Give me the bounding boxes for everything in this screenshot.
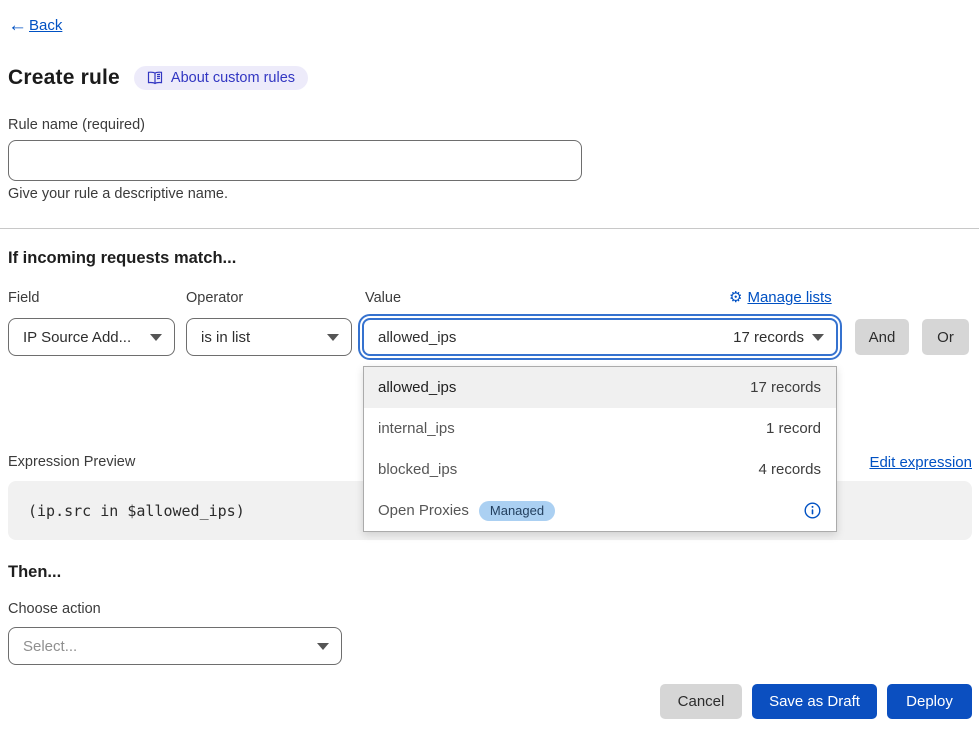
operator-select[interactable]: is in list [186, 318, 352, 356]
footer-actions: Cancel Save as Draft Deploy [660, 684, 972, 719]
edit-expression-link[interactable]: Edit expression [869, 454, 972, 471]
about-custom-rules-link[interactable]: About custom rules [134, 66, 308, 90]
back-link-label: Back [29, 17, 62, 34]
book-icon [147, 71, 163, 85]
list-item-records: 4 records [758, 461, 821, 478]
list-item-name: internal_ips [378, 420, 455, 437]
list-item-name: Open Proxies [378, 502, 469, 519]
manage-lists-label: Manage lists [747, 289, 831, 306]
value-select[interactable]: allowed_ips 17 records [362, 318, 838, 356]
value-select-records: 17 records [733, 329, 804, 346]
dropdown-item-allowed-ips[interactable]: allowed_ips 17 records [364, 367, 836, 408]
back-arrow-icon: ← [8, 16, 27, 35]
list-item-name: allowed_ips [378, 379, 456, 396]
page-title: Create rule [8, 66, 120, 90]
expression-code: (ip.src in $allowed_ips) [28, 502, 245, 520]
chevron-down-icon [327, 334, 339, 341]
back-link[interactable]: ← Back [8, 16, 62, 35]
value-label: Value [365, 290, 401, 306]
rule-name-input[interactable] [8, 140, 582, 181]
info-icon[interactable] [804, 502, 821, 519]
operator-select-value: is in list [201, 329, 250, 346]
managed-badge: Managed [479, 501, 555, 521]
action-select[interactable]: Select... [8, 627, 342, 665]
manage-lists-link[interactable]: ⚙ Manage lists [729, 289, 832, 306]
cancel-button[interactable]: Cancel [660, 684, 742, 719]
value-dropdown-panel: allowed_ips 17 records internal_ips 1 re… [363, 366, 837, 532]
field-label: Field [8, 290, 39, 306]
or-button[interactable]: Or [922, 319, 969, 355]
rule-name-helper: Give your rule a descriptive name. [8, 186, 228, 202]
and-button[interactable]: And [855, 319, 909, 355]
list-item-records: 1 record [766, 420, 821, 437]
gear-icon: ⚙ [729, 290, 742, 305]
chevron-down-icon [150, 334, 162, 341]
list-item-name: blocked_ips [378, 461, 457, 478]
field-select[interactable]: IP Source Add... [8, 318, 175, 356]
about-custom-rules-label: About custom rules [171, 70, 295, 86]
action-select-placeholder: Select... [23, 638, 77, 655]
dropdown-item-blocked-ips[interactable]: blocked_ips 4 records [364, 449, 836, 490]
choose-action-label: Choose action [8, 601, 101, 617]
section-divider [0, 228, 979, 229]
chevron-down-icon [317, 643, 329, 650]
then-section-heading: Then... [8, 563, 61, 582]
chevron-down-icon [812, 334, 824, 341]
deploy-button[interactable]: Deploy [887, 684, 972, 719]
value-select-value: allowed_ips [378, 329, 456, 346]
expression-preview-label: Expression Preview [8, 454, 135, 470]
field-select-value: IP Source Add... [23, 329, 131, 346]
match-section-heading: If incoming requests match... [8, 249, 236, 268]
dropdown-item-open-proxies[interactable]: Open Proxies Managed [364, 490, 836, 531]
title-row: Create rule About custom rules [8, 66, 308, 90]
operator-label: Operator [186, 290, 243, 306]
list-item-records: 17 records [750, 379, 821, 396]
dropdown-item-internal-ips[interactable]: internal_ips 1 record [364, 408, 836, 449]
rule-name-label: Rule name (required) [8, 117, 145, 133]
save-as-draft-button[interactable]: Save as Draft [752, 684, 877, 719]
